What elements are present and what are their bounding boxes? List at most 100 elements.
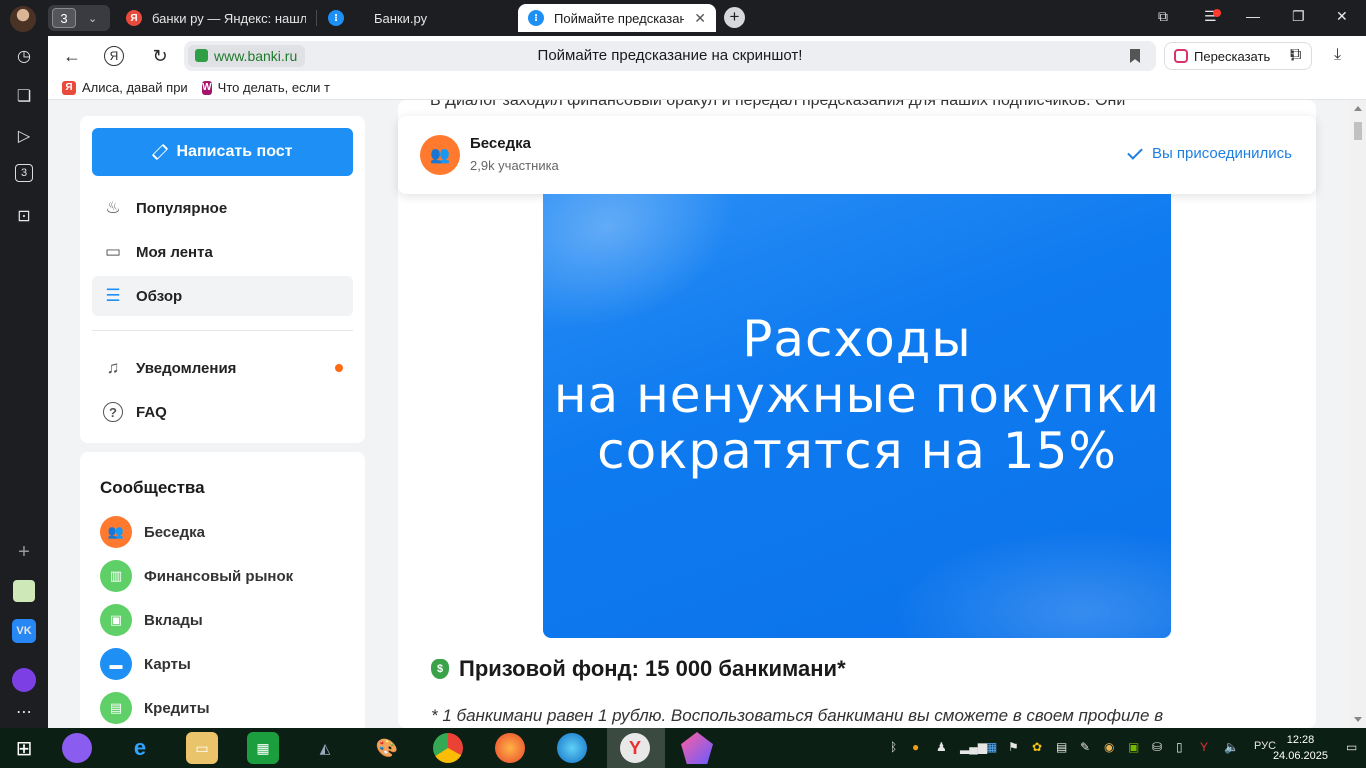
tray-app-icon[interactable]: ✿	[1032, 740, 1042, 754]
tray-app-icon[interactable]: ◉	[1104, 740, 1114, 754]
tray-app-icon[interactable]: ▤	[1056, 740, 1067, 754]
tab-label: Банки.ру	[374, 10, 428, 26]
banner-line-1: Расходы	[742, 310, 972, 368]
store-icon[interactable]: ▦	[247, 732, 279, 764]
tray-app-icon[interactable]: ⛁	[1152, 740, 1162, 754]
collections-icon[interactable]: ❏	[12, 84, 36, 108]
page-scrollbar[interactable]	[1350, 100, 1366, 728]
paint-icon[interactable]: 🎨	[371, 732, 403, 764]
volume-icon[interactable]: 🔈	[1224, 740, 1239, 754]
tab-counter-icon[interactable]: 3	[15, 164, 33, 182]
community-item-cards[interactable]: ▬ Карты	[100, 648, 191, 680]
write-post-button[interactable]: Написать пост	[92, 128, 353, 176]
chrome-icon[interactable]	[433, 733, 463, 763]
scroll-down-icon[interactable]	[1354, 717, 1362, 722]
vk-icon[interactable]: VK	[12, 619, 36, 643]
clock-time: 12:28	[1286, 734, 1315, 746]
profile-avatar[interactable]	[10, 6, 36, 32]
edge-icon[interactable]	[557, 733, 587, 763]
sidebar-item-notifications[interactable]: ♫ Уведомления	[92, 348, 353, 388]
post-intro-text: В Диалог заходил финансовый оракул и пер…	[430, 100, 1126, 109]
tray-app-icon[interactable]: ✎	[1080, 740, 1090, 754]
banki-icon: ⁝	[328, 10, 344, 26]
close-window-icon[interactable]: ✕	[1336, 8, 1348, 25]
flag-icon[interactable]: ⚑	[1008, 740, 1019, 754]
screenshot-icon[interactable]: ⊡	[12, 204, 36, 228]
page-title: Поймайте предсказание на скриншот!	[537, 47, 803, 64]
communities-list: Сообщества 👥 Беседка ▥ Финансовый рынок …	[80, 452, 365, 728]
add-icon[interactable]: +	[12, 540, 36, 564]
tray-app-icon[interactable]: ●	[912, 740, 919, 754]
tab-banki[interactable]: ⁝ Банки.ру	[328, 4, 508, 32]
tab-active-prediction[interactable]: ⁝ Поймайте предсказани ✕	[518, 4, 716, 32]
extensions-icon[interactable]: ⧉	[1290, 46, 1301, 64]
close-icon[interactable]: ✕	[694, 10, 706, 27]
community-item-credits[interactable]: ▤ Кредиты	[100, 692, 210, 724]
notifications-icon[interactable]: ▭	[1346, 740, 1357, 754]
app-icon[interactable]	[681, 732, 713, 764]
sidebar-item-label: Моя лента	[136, 243, 213, 261]
address-bar[interactable]: www.banki.ru Поймайте предсказание на ск…	[184, 41, 1156, 71]
explore-icon: ☰	[105, 286, 121, 305]
sidebar-item-explore[interactable]: ☰ Обзор	[92, 276, 353, 316]
windows-start-icon[interactable]: ⊞	[8, 732, 40, 764]
minimize-icon[interactable]: —	[1246, 8, 1260, 24]
menu-badge	[1213, 9, 1221, 17]
more-icon[interactable]: ⋯	[12, 700, 36, 724]
community-item-deposits[interactable]: ▣ Вклады	[100, 604, 203, 636]
new-tab-button[interactable]: +	[724, 7, 745, 28]
sidebar-item-faq[interactable]: ? FAQ	[92, 392, 353, 432]
back-icon[interactable]: ←	[60, 44, 84, 68]
community-name[interactable]: Беседка	[470, 135, 531, 152]
app-icon[interactable]	[13, 580, 35, 602]
firefox-icon[interactable]	[495, 733, 525, 763]
sidebar-item-popular[interactable]: ♨ Популярное	[92, 188, 353, 228]
tab-label: Поймайте предсказани	[554, 10, 685, 26]
joined-button[interactable]: Вы присоединились	[1127, 143, 1292, 162]
alice-icon[interactable]	[62, 733, 92, 763]
bluetooth-icon[interactable]: ᛒ	[890, 740, 897, 754]
play-icon[interactable]: ▷	[12, 124, 36, 148]
community-item-market[interactable]: ▥ Финансовый рынок	[100, 560, 293, 592]
check-icon	[1127, 143, 1143, 160]
bookmark-alice[interactable]: Я Алиса, давай при	[62, 80, 190, 95]
browser-toolbar: ← Я ↻ www.banki.ru Поймайте предсказание…	[48, 36, 1366, 76]
yandex-icon: Я	[62, 80, 76, 95]
yandex-browser-icon[interactable]: Y	[620, 733, 650, 763]
loan-icon: ▤	[100, 692, 132, 724]
collections-icon[interactable]: ⧉	[1158, 8, 1168, 25]
community-label: Финансовый рынок	[144, 567, 294, 585]
system-clock[interactable]: 12:28 24.06.2025	[1273, 732, 1328, 764]
tray-app-icon[interactable]: ♟	[936, 740, 947, 754]
community-header: 👥 Беседка 2,9k участника Вы присоединили…	[398, 116, 1316, 194]
sidebar-item-feed[interactable]: ▭ Моя лента	[92, 232, 353, 272]
tray-app-icon[interactable]: ▯	[1176, 740, 1183, 754]
scroll-up-icon[interactable]	[1354, 106, 1362, 111]
community-item-besedka[interactable]: 👥 Беседка	[100, 516, 205, 548]
community-label: Карты	[144, 655, 191, 673]
bookmark-label: Что делать, если т	[217, 80, 330, 95]
prize-heading-text: Призовой фонд: 15 000 банкимани*	[459, 656, 846, 681]
download-icon[interactable]: ⤓	[1334, 46, 1341, 64]
tray-app-icon[interactable]: ▦	[986, 740, 997, 754]
internet-explorer-icon[interactable]: e	[124, 732, 156, 764]
bookmark-wildberries[interactable]: W Что делать, если т	[202, 80, 330, 95]
reload-icon[interactable]: ↻	[148, 44, 172, 68]
file-explorer-icon[interactable]: ▭	[186, 732, 218, 764]
nvidia-icon[interactable]: ▣	[1128, 740, 1139, 754]
tab-counter-button[interactable]: 3 ⌄	[48, 5, 110, 31]
people-icon: 👥	[100, 516, 132, 548]
safe-icon: ▣	[100, 604, 132, 636]
community-avatar-people-icon[interactable]: 👥	[420, 135, 460, 175]
restore-icon[interactable]: ❐	[1292, 8, 1305, 25]
scroll-thumb[interactable]	[1354, 122, 1362, 140]
alice-icon[interactable]	[12, 668, 36, 692]
history-icon[interactable]: ◷	[12, 44, 36, 68]
tab-yandex-search[interactable]: Я банки ру — Яндекс: нашл	[126, 4, 306, 32]
yandex-home-icon[interactable]: Я	[104, 46, 124, 66]
feed-icon: ▭	[104, 242, 122, 261]
app-icon[interactable]: ◭	[309, 732, 341, 764]
yandex-tray-icon[interactable]: Y	[1200, 740, 1208, 754]
signal-icon[interactable]: ▂▄▆	[960, 740, 987, 754]
card-icon: ▬	[100, 648, 132, 680]
